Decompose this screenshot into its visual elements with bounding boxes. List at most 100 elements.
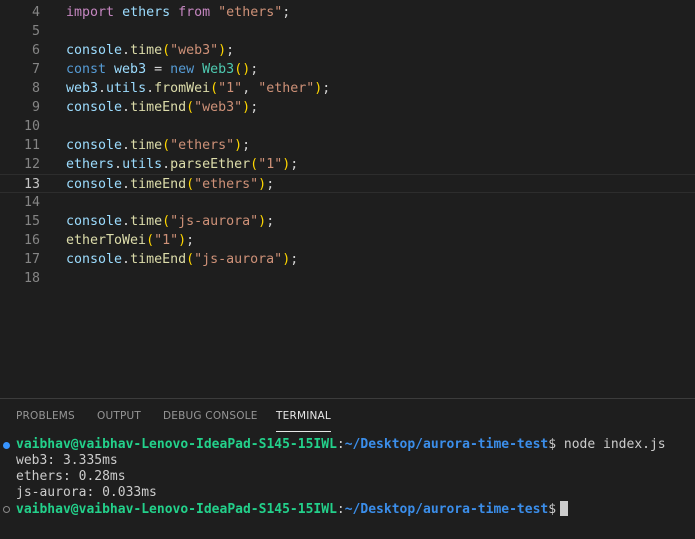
- code-text: console.timeEnd("web3");: [66, 98, 258, 117]
- code-token: "web3": [194, 100, 243, 115]
- code-token: timeEnd: [130, 177, 187, 192]
- terminal-prompt-symbol: $: [548, 502, 557, 517]
- code-text: web3.utils.fromWei("1", "ether");: [66, 79, 330, 98]
- terminal-output-line: web3: 3.335ms: [16, 453, 118, 468]
- code-line[interactable]: 12 ethers.utils.parseEther("1");: [0, 155, 695, 174]
- terminal-prompt-line: vaibhav@vaibhav-Lenovo-IdeaPad-S145-15IW…: [16, 501, 569, 517]
- line-number: 10: [23, 119, 40, 134]
- line-number: 4: [31, 5, 40, 20]
- code-editor[interactable]: 4 import ethers from "ethers"; 5 6 console.t…: [0, 0, 695, 398]
- line-number: 6: [31, 43, 40, 58]
- code-token: =: [146, 62, 171, 77]
- code-token: "web3": [170, 43, 219, 58]
- code-line[interactable]: 17 console.timeEnd("js-aurora");: [0, 250, 695, 269]
- code-token: ,: [242, 81, 259, 96]
- terminal-path: ~/Desktop/aurora-time-test: [344, 502, 549, 517]
- code-token: (: [162, 43, 171, 58]
- code-token: new: [170, 62, 195, 77]
- code-text: ethers.utils.parseEther("1");: [66, 155, 298, 174]
- terminal-user-host: vaibhav@vaibhav-Lenovo-IdeaPad-S145-15IW…: [16, 437, 337, 452]
- code-token: time: [130, 43, 163, 58]
- code-token: console: [66, 100, 123, 115]
- terminal-output-line: js-aurora: 0.033ms: [16, 485, 157, 500]
- code-line[interactable]: 6 console.time("web3");: [0, 41, 695, 60]
- line-number: 7: [31, 62, 40, 77]
- code-line[interactable]: 7 const web3 = new Web3();: [0, 60, 695, 79]
- code-line[interactable]: 9 console.timeEnd("web3");: [0, 98, 695, 117]
- line-number: 16: [23, 233, 40, 248]
- code-token: utils: [122, 157, 163, 172]
- code-token: .: [122, 177, 131, 192]
- code-token: ;: [250, 100, 259, 115]
- tab-problems[interactable]: PROBLEMS: [16, 410, 75, 422]
- code-line[interactable]: 5: [0, 22, 695, 41]
- code-token: ): [282, 252, 291, 267]
- code-token: ethers: [122, 5, 171, 20]
- code-line[interactable]: 11 console.time("ethers");: [0, 136, 695, 155]
- code-token: (: [186, 177, 195, 192]
- code-line[interactable]: 8 web3.utils.fromWei("1", "ether");: [0, 79, 695, 98]
- code-token: ): [178, 233, 187, 248]
- line-number: 8: [31, 81, 40, 96]
- code-token: (: [210, 81, 219, 96]
- line-number: 14: [23, 195, 40, 210]
- bottom-panel: PROBLEMS OUTPUT DEBUG CONSOLE TERMINAL v…: [0, 398, 695, 539]
- code-token: "ethers": [218, 5, 283, 20]
- code-token: ): [218, 43, 227, 58]
- code-token: ;: [322, 81, 331, 96]
- line-number: 5: [31, 24, 40, 39]
- code-token: web3: [66, 81, 99, 96]
- terminal-path: ~/Desktop/aurora-time-test: [344, 437, 549, 452]
- code-token: ;: [250, 62, 259, 77]
- code-token: .: [122, 100, 131, 115]
- code-text: console.time("web3");: [66, 41, 234, 60]
- code-token: web3: [114, 62, 147, 77]
- code-token: time: [130, 138, 163, 153]
- code-token: timeEnd: [130, 100, 187, 115]
- tab-output[interactable]: OUTPUT: [97, 410, 141, 422]
- terminal-prompt-symbol: $: [548, 437, 557, 452]
- code-line[interactable]: 18: [0, 269, 695, 288]
- terminal-prompt-line: vaibhav@vaibhav-Lenovo-IdeaPad-S145-15IW…: [16, 437, 666, 453]
- code-token: .: [98, 81, 107, 96]
- code-token: ;: [186, 233, 195, 248]
- tab-debug-console[interactable]: DEBUG CONSOLE: [163, 410, 258, 422]
- code-token: ;: [290, 252, 299, 267]
- code-token: .: [122, 252, 131, 267]
- code-line[interactable]: 4 import ethers from "ethers";: [0, 3, 695, 22]
- code-token: Web3: [202, 62, 235, 77]
- code-token: "js-aurora": [194, 252, 283, 267]
- terminal-separator: :: [336, 502, 345, 517]
- code-line[interactable]: 14: [0, 193, 695, 212]
- line-number: 12: [23, 157, 40, 172]
- code-token: ;: [282, 5, 291, 20]
- code-token: (: [186, 252, 195, 267]
- code-token: "ethers": [194, 177, 259, 192]
- code-token: console: [66, 177, 123, 192]
- code-text: console.time("ethers");: [66, 136, 250, 155]
- code-line-current[interactable]: 13 console.timeEnd("ethers");: [0, 174, 695, 193]
- code-token: "1": [258, 157, 283, 172]
- terminal-cursor: [560, 501, 569, 516]
- code-token: parseEther: [170, 157, 251, 172]
- code-token: ;: [266, 214, 275, 229]
- code-token: "1": [154, 233, 179, 248]
- code-token: etherToWei: [66, 233, 147, 248]
- code-token: ;: [266, 177, 275, 192]
- code-token: .: [122, 138, 131, 153]
- code-token: .: [114, 157, 123, 172]
- code-token: ;: [290, 157, 299, 172]
- code-token: (): [234, 62, 251, 77]
- line-number: 13: [23, 177, 40, 192]
- code-line[interactable]: 10: [0, 117, 695, 136]
- code-token: console: [66, 214, 123, 229]
- tab-terminal[interactable]: TERMINAL: [276, 410, 331, 432]
- code-line[interactable]: 16 etherToWei("1");: [0, 231, 695, 250]
- code-line[interactable]: 15 console.time("js-aurora");: [0, 212, 695, 231]
- code-token: timeEnd: [130, 252, 187, 267]
- code-token: ): [258, 177, 267, 192]
